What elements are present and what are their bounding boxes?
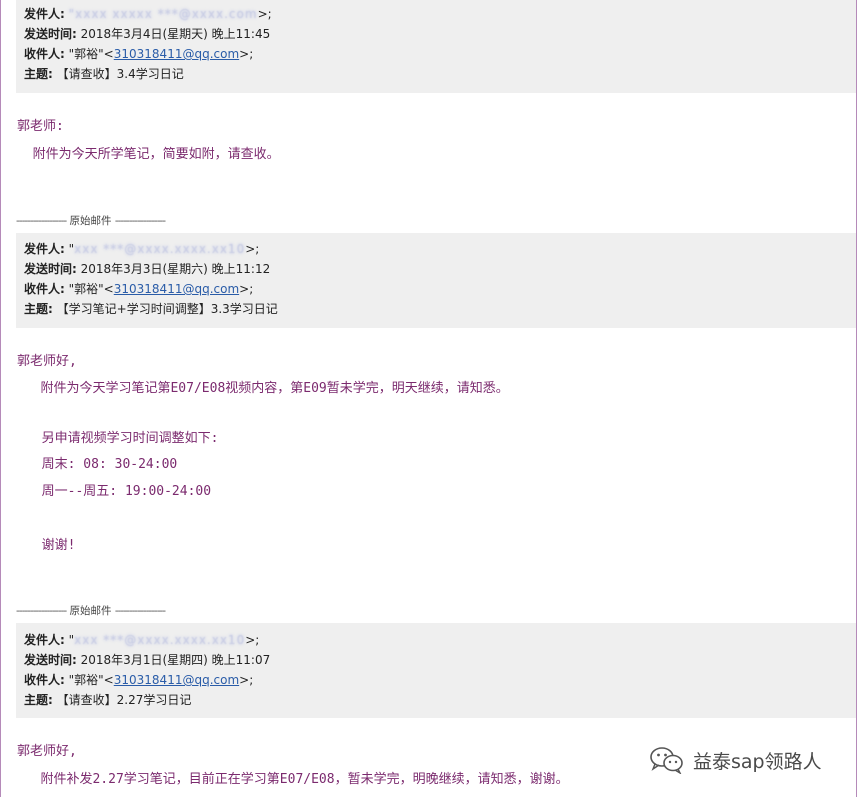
email-body-line: 周一--周五: 19:00-24:00	[26, 484, 212, 499]
sent-row: 发送时间: 2018年3月4日(星期天) 晚上11:45	[24, 24, 270, 44]
divider-label: 原始邮件	[69, 605, 112, 617]
watermark: 益泰sap领路人	[649, 746, 822, 774]
email-thread: 发件人: "xxxx xxxxx ***@xxxx.com>; 发送时间: 20…	[0, 0, 857, 797]
subject-value: 【学习笔记+学习时间调整】3.3学习日记	[56, 302, 278, 316]
email-body-line: 另申请视频学习时间调整如下:	[26, 431, 219, 446]
sent-value: 2018年3月4日(星期天) 晚上11:45	[80, 27, 271, 41]
subject-value: 【请查收】3.4学习日记	[56, 67, 184, 81]
to-label: 收件人:	[24, 47, 65, 61]
watermark-text: 益泰sap领路人	[693, 750, 822, 773]
subject-row: 主题: 【请查收】2.27学习日记	[24, 690, 191, 710]
to-row: 收件人: "郭裕"<310318411@qq.com>;	[24, 670, 253, 690]
from-tail: >;	[245, 242, 260, 256]
email-body-line: 附件补发2.27学习笔记，目前正在学习第E07/E08，暂未学完，明晚继续，请知…	[17, 772, 569, 787]
from-label: 发件人:	[24, 242, 65, 256]
to-row: 收件人: "郭裕"<310318411@qq.com>;	[24, 279, 253, 299]
subject-value: 【请查收】2.27学习日记	[56, 693, 192, 707]
from-tail: >;	[257, 7, 272, 21]
recipient-email-link[interactable]: 310318411@qq.com	[114, 47, 239, 61]
sent-label: 发送时间:	[24, 27, 77, 41]
to-tail: >;	[239, 673, 254, 687]
sent-label: 发送时间:	[24, 262, 77, 276]
email-greeting-3: 郭老师好,	[17, 744, 77, 759]
email-body-line: 周末: 08: 30-24:00	[26, 457, 178, 472]
original-mail-divider-2: ------------------ 原始邮件 ----------------…	[16, 605, 166, 617]
to-name: "郭裕"<	[68, 282, 114, 296]
from-label: 发件人:	[24, 7, 65, 21]
from-row: 发件人: "xxx ***@xxxx.xxxx.xx10>;	[24, 239, 259, 259]
to-name: "郭裕"<	[68, 47, 114, 61]
email-header-2: 发件人: "xxx ***@xxxx.xxxx.xx10>; 发送时间: 201…	[16, 233, 856, 328]
to-row: 收件人: "郭裕"<310318411@qq.com>;	[24, 44, 253, 64]
to-label: 收件人:	[24, 282, 65, 296]
email-greeting-2: 郭老师好,	[17, 354, 77, 369]
from-label: 发件人:	[24, 633, 65, 647]
email-header-1: 发件人: "xxxx xxxxx ***@xxxx.com>; 发送时间: 20…	[16, 0, 856, 93]
subject-row: 主题: 【学习笔记+学习时间调整】3.3学习日记	[24, 299, 278, 319]
subject-label: 主题:	[24, 693, 53, 707]
email-body-line: 附件为今天学习笔记第E07/E08视频内容，第E09暂未学完，明天继续，请知悉。	[17, 381, 509, 396]
subject-row: 主题: 【请查收】3.4学习日记	[24, 64, 184, 84]
sent-value: 2018年3月1日(星期四) 晚上11:07	[80, 653, 271, 667]
email-header-3: 发件人: "xxx ***@xxxx.xxxx.xx10>; 发送时间: 201…	[16, 623, 856, 718]
from-row: 发件人: "xxx ***@xxxx.xxxx.xx10>;	[24, 630, 259, 650]
divider-label: 原始邮件	[69, 215, 112, 227]
sent-label: 发送时间:	[24, 653, 77, 667]
sent-row: 发送时间: 2018年3月1日(星期四) 晚上11:07	[24, 650, 270, 670]
email-body-line: 附件为今天所学笔记，简要如附，请查收。	[17, 147, 280, 162]
redacted-sender: "xxxx xxxxx ***@xxxx.com	[68, 7, 258, 21]
original-mail-divider-1: ------------------ 原始邮件 ----------------…	[16, 215, 166, 227]
subject-label: 主题:	[24, 67, 53, 81]
from-tail: >;	[245, 633, 260, 647]
sent-value: 2018年3月3日(星期六) 晚上11:12	[80, 262, 271, 276]
recipient-email-link[interactable]: 310318411@qq.com	[114, 673, 239, 687]
email-greeting-1: 郭老师:	[17, 119, 64, 134]
to-tail: >;	[239, 282, 254, 296]
to-tail: >;	[239, 47, 254, 61]
subject-label: 主题:	[24, 302, 53, 316]
to-name: "郭裕"<	[68, 673, 114, 687]
wechat-icon	[650, 747, 683, 774]
sent-row: 发送时间: 2018年3月3日(星期六) 晚上11:12	[24, 259, 270, 279]
email-body-line: 谢谢!	[26, 538, 76, 553]
to-label: 收件人:	[24, 673, 65, 687]
redacted-sender: xxx ***@xxxx.xxxx.xx10	[74, 242, 246, 256]
recipient-email-link[interactable]: 310318411@qq.com	[114, 282, 239, 296]
redacted-sender: xxx ***@xxxx.xxxx.xx10	[74, 633, 246, 647]
from-row: 发件人: "xxxx xxxxx ***@xxxx.com>;	[24, 4, 272, 24]
